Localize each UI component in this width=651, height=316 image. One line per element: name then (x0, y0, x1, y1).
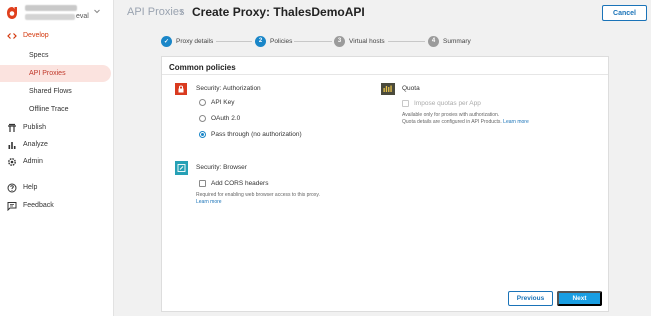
quota-icon (381, 83, 395, 95)
step-label: Policies (270, 37, 293, 45)
checkbox-box[interactable] (199, 180, 206, 187)
nav-offline-trace-label: Offline Trace (29, 106, 69, 113)
step-number: 2 (255, 35, 266, 47)
checkmark-icon: ✓ (161, 35, 172, 47)
browser-note-text: Required for enabling web browser access… (196, 192, 320, 198)
nav-offline-trace[interactable]: Offline Trace (0, 101, 111, 118)
quota-note: Available only for proxies with authoriz… (402, 112, 529, 125)
quota-note-line2: Quota details are configured in API Prod… (402, 118, 502, 125)
step-virtual-hosts[interactable]: 3 Virtual hosts (334, 33, 385, 49)
nav-feedback-label: Feedback (23, 201, 54, 209)
nav-specs-label: Specs (29, 52, 49, 59)
nav-analyze[interactable]: Analyze (0, 136, 111, 153)
nav-shared-flows-label: Shared Flows (29, 88, 72, 95)
step-connector (294, 40, 332, 42)
radio-label: OAuth 2.0 (211, 115, 241, 122)
cors-checkbox[interactable]: Add CORS headers (199, 180, 268, 187)
authorization-title: Security: Authorization (196, 85, 261, 92)
nav-admin-label: Admin (23, 157, 43, 165)
checkbox-label: Add CORS headers (211, 180, 269, 187)
nav-feedback[interactable]: Feedback (0, 197, 111, 214)
nav-shared-flows[interactable]: Shared Flows (0, 83, 111, 100)
policies-card: Common policies Security: Authorization … (161, 56, 609, 312)
lock-icon (175, 83, 187, 95)
radio-circle-selected[interactable] (199, 131, 206, 138)
section-title: Common policies (169, 63, 236, 72)
radio-circle[interactable] (199, 115, 206, 122)
quota-checkbox[interactable]: Impose quotas per App (402, 100, 481, 107)
step-connector (216, 40, 252, 42)
breadcrumb-separator: › (180, 6, 184, 18)
browser-note: Required for enabling web browser access… (196, 192, 320, 205)
radio-circle[interactable] (199, 99, 206, 106)
apigee-logo-icon (7, 7, 17, 19)
gear-icon (8, 158, 16, 166)
step-number: 3 (334, 35, 345, 47)
divider (162, 74, 608, 75)
publish-icon (8, 123, 16, 132)
sidebar: eval Develop Specs API Proxies Shared Fl… (0, 0, 114, 316)
step-policies[interactable]: 2 Policies (255, 33, 292, 49)
org-name-redacted (25, 5, 77, 11)
browser-icon (175, 161, 188, 175)
cancel-button[interactable]: Cancel (602, 5, 647, 21)
wizard-stepper: ✓ Proxy details 2 Policies 3 Virtual hos… (114, 33, 651, 49)
org-switcher[interactable]: eval (0, 0, 114, 26)
nav-specs[interactable]: Specs (0, 47, 111, 64)
nav-api-proxies-label: API Proxies (29, 70, 66, 77)
page-title: Create Proxy: ThalesDemoAPI (192, 5, 365, 19)
breadcrumb-api-proxies[interactable]: API Proxies (127, 6, 184, 18)
browser-learn-more-link[interactable]: Learn more (196, 199, 320, 206)
org-env-label: eval (76, 13, 89, 20)
feedback-icon (7, 202, 17, 211)
previous-button[interactable]: Previous (508, 291, 553, 306)
bar-chart-icon (8, 142, 16, 149)
next-button[interactable]: Next (557, 291, 602, 306)
quota-learn-more-link[interactable]: Learn more (503, 119, 529, 125)
nav-publish-label: Publish (23, 123, 46, 131)
checkbox-box[interactable] (402, 100, 409, 107)
chevron-down-icon (94, 9, 100, 14)
step-number: 4 (428, 35, 439, 47)
nav-help[interactable]: Help (0, 179, 111, 196)
nav-api-proxies[interactable]: API Proxies (0, 65, 111, 82)
radio-label: API Key (211, 99, 235, 106)
step-label: Proxy details (176, 37, 214, 45)
step-label: Virtual hosts (349, 37, 385, 45)
browser-title: Security: Browser (196, 164, 247, 171)
step-connector (388, 40, 425, 42)
header: API Proxies › Create Proxy: ThalesDemoAP… (114, 0, 651, 28)
nav-analyze-label: Analyze (23, 140, 48, 148)
nav-publish[interactable]: Publish (0, 119, 111, 136)
nav-admin[interactable]: Admin (0, 153, 111, 170)
step-summary[interactable]: 4 Summary (428, 33, 471, 49)
step-label: Summary (443, 37, 471, 45)
radio-oauth[interactable]: OAuth 2.0 (199, 115, 240, 122)
help-icon (7, 183, 17, 193)
checkbox-label: Impose quotas per App (414, 100, 481, 107)
nav-develop-label: Develop (23, 31, 49, 39)
org-sub-redacted (25, 14, 75, 20)
quota-title: Quota (402, 85, 420, 92)
nav-help-label: Help (23, 183, 38, 191)
radio-api-key[interactable]: API Key (199, 99, 234, 106)
radio-pass-through[interactable]: Pass through (no authorization) (199, 131, 302, 138)
code-icon (7, 33, 17, 39)
nav-develop[interactable]: Develop (0, 27, 111, 44)
radio-label: Pass through (no authorization) (211, 131, 302, 138)
step-proxy-details[interactable]: ✓ Proxy details (161, 33, 213, 49)
